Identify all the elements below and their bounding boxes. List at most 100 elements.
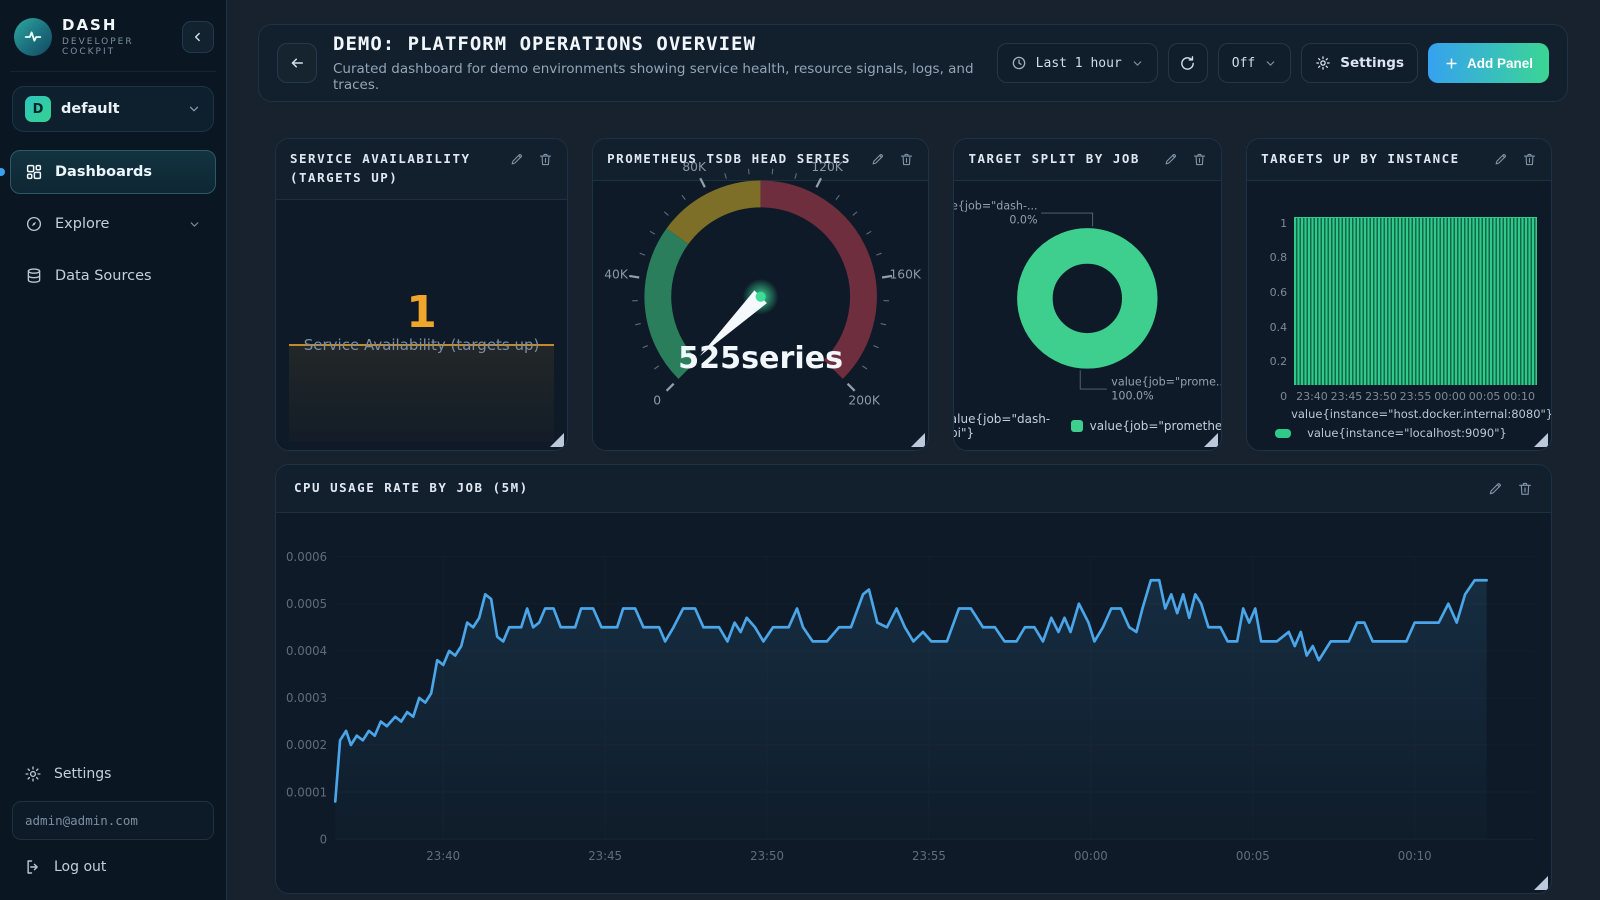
svg-text:23:45: 23:45 (588, 849, 622, 863)
active-indicator-dot (0, 168, 5, 176)
sidebar-nav: Dashboards Explore Data Sources (10, 150, 216, 298)
pulse-icon (22, 26, 44, 48)
workspace-label: default (61, 101, 177, 117)
panel-resize-handle[interactable] (911, 433, 925, 447)
donut-chart-area[interactable]: value{job="dash-...0.0%value{job="prome.… (954, 181, 1221, 450)
svg-text:0.0001: 0.0001 (286, 785, 327, 799)
svg-text:00:10: 00:10 (1398, 849, 1432, 863)
panel-service-availability: SERVICE AVAILABILITY (TARGETS UP) 1 Serv… (275, 138, 568, 451)
svg-text:200K: 200K (849, 394, 881, 408)
delete-panel-icon[interactable] (538, 152, 553, 167)
y-tick-label: 0.8 (1270, 251, 1288, 264)
panel-title: SERVICE AVAILABILITY (TARGETS UP) (290, 150, 499, 188)
edit-panel-icon[interactable] (1493, 152, 1508, 167)
legend-item[interactable]: value{job="dash-api"} (953, 412, 1052, 440)
clock-icon (1011, 55, 1027, 71)
panel-grid: SERVICE AVAILABILITY (TARGETS UP) 1 Serv… (275, 138, 1552, 451)
bar-chart-area[interactable]: 10.80.60.40.20 23:4023:4523:5023:5500:00… (1247, 181, 1551, 450)
x-tick-label: 23:45 (1331, 390, 1363, 403)
sidebar-item-label: Dashboards (55, 164, 152, 180)
bar-series-fill (1294, 217, 1537, 385)
panel-title: TARGET SPLIT BY JOB (968, 150, 1153, 169)
svg-text:0.0003: 0.0003 (286, 691, 327, 705)
chevron-down-icon (187, 102, 201, 116)
panel-target-split: TARGET SPLIT BY JOB value{job="dash-...0… (953, 138, 1222, 451)
legend-item[interactable]: value{instance="localhost:9090"} (1275, 426, 1537, 440)
chevron-down-icon (1264, 57, 1277, 70)
legend-item[interactable]: value{instance="host.docker.internal:808… (1275, 407, 1537, 421)
line-chart-area[interactable]: 0.00060.00050.00040.00030.00020.0001023:… (276, 513, 1551, 893)
panel-resize-handle[interactable] (1534, 876, 1548, 890)
add-panel-button[interactable]: Add Panel (1428, 43, 1549, 83)
donut-chart: value{job="dash-...0.0%value{job="prome.… (954, 181, 1221, 412)
sidebar-item-dashboards[interactable]: Dashboards (10, 150, 216, 194)
delete-panel-icon[interactable] (1517, 481, 1533, 497)
logout-button[interactable]: Log out (10, 848, 216, 886)
edit-panel-icon[interactable] (1163, 152, 1178, 167)
logout-label: Log out (54, 859, 106, 875)
user-email: admin@admin.com (12, 801, 214, 840)
workspace-selector[interactable]: D default (12, 86, 214, 132)
svg-text:0.0005: 0.0005 (286, 597, 327, 611)
time-range-picker[interactable]: Last 1 hour (997, 43, 1158, 83)
y-tick-label: 0.6 (1270, 286, 1288, 299)
back-button[interactable] (277, 43, 317, 83)
dashboard-header: DEMO: PLATFORM OPERATIONS OVERVIEW Curat… (258, 24, 1568, 102)
edit-panel-icon[interactable] (509, 152, 524, 167)
legend-item[interactable]: value{job="prometheus"} (1071, 419, 1222, 433)
delete-panel-icon[interactable] (1192, 152, 1207, 167)
sidebar-collapse-button[interactable] (182, 21, 214, 53)
svg-text:00:05: 00:05 (1236, 849, 1270, 863)
bar-x-axis: 23:4023:4523:5023:5500:0000:0500:10 (1294, 385, 1537, 403)
legend-swatch (1275, 429, 1291, 438)
sidebar-item-label: Explore (55, 216, 109, 232)
y-tick-label: 1 (1280, 217, 1287, 230)
svg-text:100.0%: 100.0% (1112, 389, 1154, 402)
app-logo (14, 18, 52, 56)
time-range-value: Last 1 hour (1036, 56, 1122, 71)
svg-text:0.0006: 0.0006 (286, 549, 327, 563)
logout-icon (24, 858, 42, 876)
stat-chart-area[interactable]: 1 Service Availability (targets up) (276, 200, 567, 451)
y-tick-label: 0 (1280, 390, 1287, 403)
sidebar-item-explore[interactable]: Explore (10, 202, 216, 246)
compass-icon (25, 215, 43, 233)
svg-text:120K: 120K (812, 160, 844, 174)
delete-panel-icon[interactable] (1522, 152, 1537, 167)
brand-name: DASH (62, 16, 172, 34)
page-subtitle: Curated dashboard for demo environments … (333, 61, 981, 93)
legend-label: value{job="dash-api"} (953, 412, 1052, 440)
refresh-button[interactable] (1168, 43, 1208, 83)
add-panel-label: Add Panel (1467, 56, 1533, 71)
sidebar-settings-button[interactable]: Settings (10, 755, 216, 793)
y-tick-label: 0.4 (1270, 321, 1288, 334)
sidebar-item-data-sources[interactable]: Data Sources (10, 254, 216, 298)
legend-label: value{job="prometheus"} (1090, 419, 1222, 433)
svg-text:40K: 40K (604, 267, 629, 281)
gauge-chart-area[interactable]: 040K80K120K160K200K525series (593, 139, 928, 450)
panel-cpu-usage: CPU USAGE RATE BY JOB (5M) 0.00060.00050… (275, 464, 1552, 894)
plus-icon (1444, 56, 1459, 71)
stat-value: 1 (276, 287, 567, 338)
arrow-left-icon (288, 54, 306, 72)
panel-resize-handle[interactable] (1534, 433, 1548, 447)
refresh-interval-value: Off (1232, 56, 1255, 71)
svg-text:00:00: 00:00 (1074, 849, 1108, 863)
bar-y-axis: 10.80.60.40.20 (1261, 217, 1287, 403)
panel-title: TARGETS UP BY INSTANCE (1261, 150, 1483, 169)
chevron-left-icon (191, 30, 205, 44)
refresh-interval-select[interactable]: Off (1218, 43, 1291, 83)
donut-legend: value{job="dash-api"} value{job="promethe… (954, 412, 1221, 450)
page-title: DEMO: PLATFORM OPERATIONS OVERVIEW (333, 33, 981, 55)
sidebar-settings-label: Settings (54, 766, 111, 782)
stat-sparkline (289, 344, 554, 442)
dashboard-settings-button[interactable]: Settings (1301, 43, 1418, 83)
svg-text:0: 0 (320, 832, 327, 846)
edit-panel-icon[interactable] (1487, 481, 1503, 497)
sidebar: DASH DEVELOPER COCKPIT D default Dashboa… (0, 0, 227, 900)
line-chart: 0.00060.00050.00040.00030.00020.0001023:… (276, 513, 1551, 893)
gear-icon (1315, 55, 1331, 71)
svg-text:23:50: 23:50 (750, 849, 784, 863)
x-tick-label: 00:00 (1434, 390, 1466, 403)
panel-resize-handle[interactable] (1204, 433, 1218, 447)
